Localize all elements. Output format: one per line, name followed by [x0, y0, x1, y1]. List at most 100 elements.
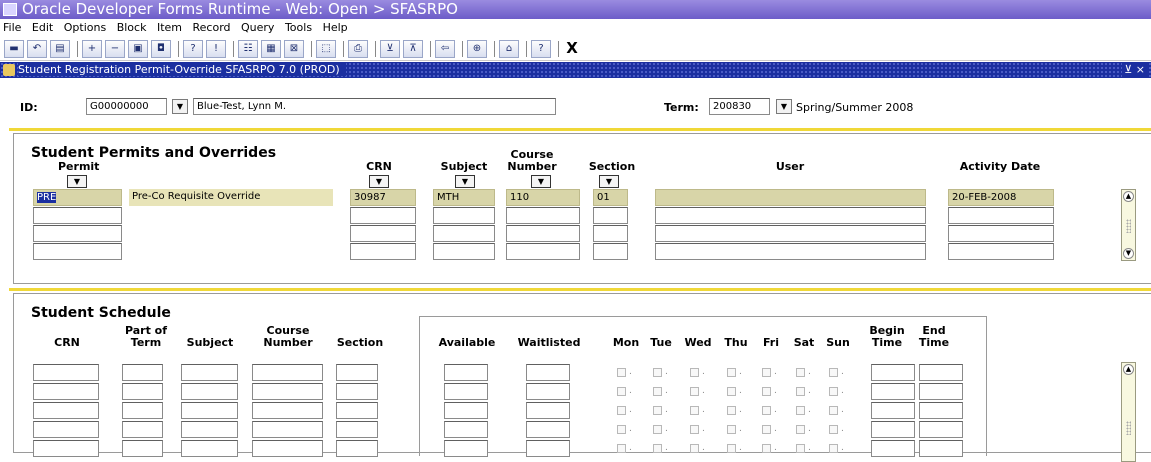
sat-checkbox[interactable] — [796, 368, 805, 377]
crn-field[interactable] — [350, 225, 416, 242]
wed-checkbox[interactable] — [690, 406, 699, 415]
menu-tools[interactable]: Tools — [285, 21, 312, 34]
end-time-field[interactable] — [919, 364, 963, 381]
sched-pot-field[interactable] — [122, 402, 163, 419]
available-field[interactable] — [444, 421, 488, 438]
list-icon[interactable]: ▦ — [261, 39, 281, 58]
sched-section-field[interactable] — [336, 364, 378, 381]
sched-subject-field[interactable] — [181, 364, 238, 381]
waitlisted-field[interactable] — [526, 402, 570, 419]
menu-help[interactable]: Help — [323, 21, 348, 34]
section-header-lov[interactable]: ▼ — [599, 175, 619, 188]
print-icon[interactable]: ▤ — [50, 39, 70, 58]
id-lov-button[interactable]: ▼ — [172, 99, 188, 114]
course-number-field[interactable]: 110 — [506, 189, 580, 206]
student-name-field[interactable]: Blue-Test, Lynn M. — [193, 98, 556, 115]
sched-crn-field[interactable] — [33, 402, 99, 419]
tue-checkbox[interactable] — [653, 406, 662, 415]
sched-section-field[interactable] — [336, 402, 378, 419]
tue-checkbox[interactable] — [653, 387, 662, 396]
permit-field[interactable] — [33, 225, 122, 242]
remove-record-icon[interactable]: − — [105, 39, 125, 58]
tue-checkbox[interactable] — [653, 425, 662, 434]
section-field[interactable]: 01 — [593, 189, 628, 206]
scroll-down-icon[interactable]: ▼ — [1123, 248, 1134, 259]
help-icon[interactable]: ? — [531, 39, 551, 58]
schedule-scroll-up-icon[interactable]: ▲ — [1123, 364, 1134, 375]
permits-scrollbar[interactable]: ▲ ▼ — [1121, 189, 1136, 261]
menu-file[interactable]: File — [3, 21, 21, 34]
next-block-icon[interactable]: ⊼ — [403, 39, 423, 58]
end-time-field[interactable] — [919, 421, 963, 438]
thu-checkbox[interactable] — [727, 368, 736, 377]
permit-header-lov[interactable]: ▼ — [67, 175, 87, 188]
menu-edit[interactable]: Edit — [32, 21, 53, 34]
menu-item[interactable]: Item — [157, 21, 182, 34]
wed-checkbox[interactable] — [690, 368, 699, 377]
mon-checkbox[interactable] — [617, 425, 626, 434]
begin-time-field[interactable] — [871, 402, 915, 419]
thu-checkbox[interactable] — [727, 425, 736, 434]
activity-date-field[interactable] — [948, 243, 1054, 260]
save-icon[interactable]: ▬ — [4, 39, 24, 58]
scroll-up-icon[interactable]: ▲ — [1123, 191, 1134, 202]
export-icon[interactable]: ⌂ — [499, 39, 519, 58]
subject-field[interactable]: MTH — [433, 189, 495, 206]
end-time-field[interactable] — [919, 383, 963, 400]
available-field[interactable] — [444, 383, 488, 400]
section-field[interactable] — [593, 225, 628, 242]
execute-query-icon[interactable]: ! — [206, 39, 226, 58]
thu-checkbox[interactable] — [727, 387, 736, 396]
crn-field[interactable] — [350, 207, 416, 224]
sun-checkbox[interactable] — [829, 387, 838, 396]
sched-course-field[interactable] — [252, 402, 323, 419]
tue-checkbox[interactable] — [653, 368, 662, 377]
mon-checkbox[interactable] — [617, 387, 626, 396]
prev-block-icon[interactable]: ⊻ — [380, 39, 400, 58]
available-field[interactable] — [444, 402, 488, 419]
course-number-field[interactable] — [506, 243, 580, 260]
sat-checkbox[interactable] — [796, 406, 805, 415]
print-screen-icon[interactable]: ⎙ — [348, 39, 368, 58]
sched-pot-field[interactable] — [122, 421, 163, 438]
permit-field[interactable]: PRE — [33, 189, 122, 206]
fri-checkbox[interactable] — [762, 368, 771, 377]
available-field[interactable] — [444, 364, 488, 381]
fri-checkbox[interactable] — [762, 387, 771, 396]
sched-section-field[interactable] — [336, 383, 378, 400]
sched-section-field[interactable] — [336, 421, 378, 438]
close-form-icon[interactable]: ⊠ — [284, 39, 304, 58]
sched-course-field[interactable] — [252, 364, 323, 381]
sched-course-field[interactable] — [252, 421, 323, 438]
menu-query[interactable]: Query — [241, 21, 274, 34]
wed-checkbox[interactable] — [690, 387, 699, 396]
window-controls[interactable]: ⊻ × — [1122, 62, 1147, 78]
activity-date-field[interactable]: 20-FEB-2008 — [948, 189, 1054, 206]
copy-record-icon[interactable]: ▣ — [128, 39, 148, 58]
waitlisted-field[interactable] — [526, 364, 570, 381]
options-icon[interactable]: ☷ — [238, 39, 258, 58]
permit-field[interactable] — [33, 243, 122, 260]
enter-query-icon[interactable]: ? — [183, 39, 203, 58]
rollback-icon[interactable]: ↶ — [27, 39, 47, 58]
term-lov-button[interactable]: ▼ — [776, 99, 792, 114]
sched-course-field[interactable] — [252, 383, 323, 400]
section-field[interactable] — [593, 243, 628, 260]
exit-icon[interactable]: X — [563, 40, 581, 58]
begin-time-field[interactable] — [871, 364, 915, 381]
tree-icon[interactable]: ⬚ — [316, 39, 336, 58]
waitlisted-field[interactable] — [526, 383, 570, 400]
waitlisted-field[interactable] — [526, 421, 570, 438]
mon-checkbox[interactable] — [617, 406, 626, 415]
block-icon[interactable]: ◘ — [151, 39, 171, 58]
subject-field[interactable] — [433, 243, 495, 260]
subject-field[interactable] — [433, 225, 495, 242]
term-field[interactable]: 200830 — [709, 98, 770, 115]
activity-date-field[interactable] — [948, 207, 1054, 224]
attach-icon[interactable]: ⇦ — [435, 39, 455, 58]
menu-block[interactable]: Block — [117, 21, 147, 34]
fri-checkbox[interactable] — [762, 425, 771, 434]
permit-field[interactable] — [33, 207, 122, 224]
user-field[interactable] — [655, 207, 926, 224]
fri-checkbox[interactable] — [762, 406, 771, 415]
